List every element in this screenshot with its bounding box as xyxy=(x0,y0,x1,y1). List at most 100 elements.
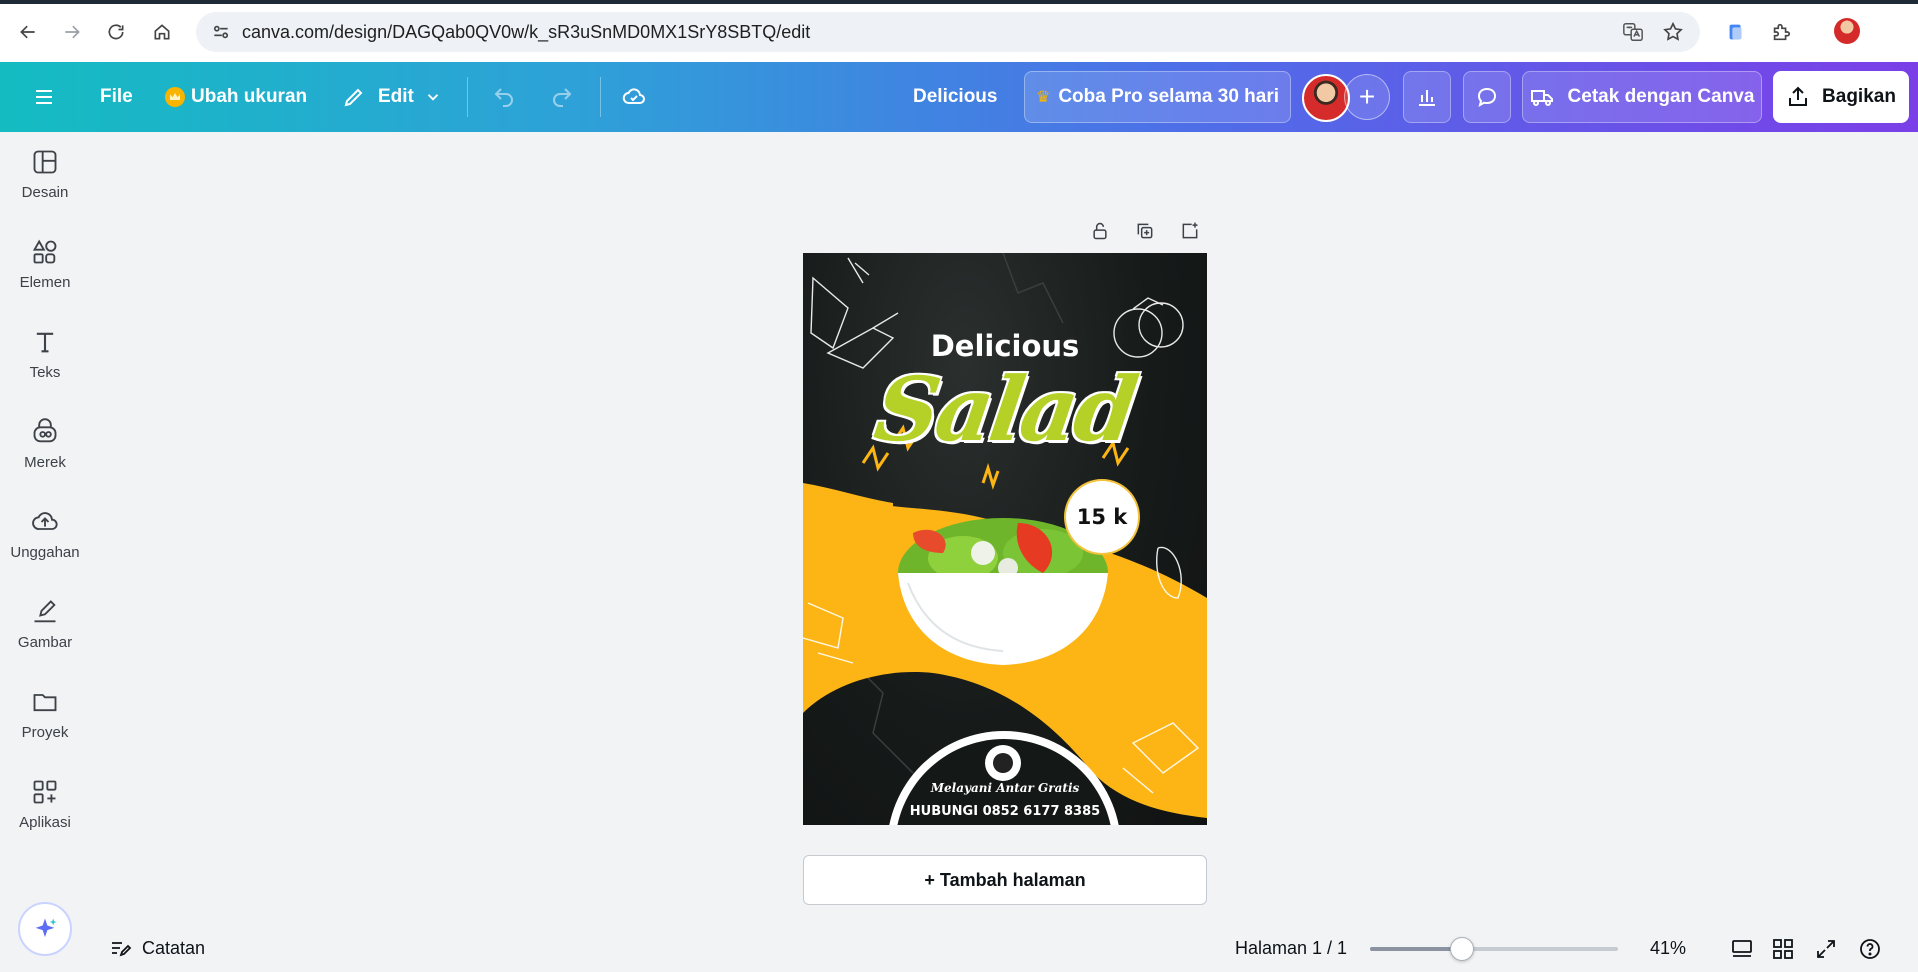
zoom-slider[interactable] xyxy=(1370,937,1618,961)
lock-icon xyxy=(1093,222,1107,240)
add-page-top-button[interactable] xyxy=(1175,216,1205,246)
reload-button[interactable] xyxy=(98,14,134,50)
sidebar-item-label: Merek xyxy=(24,454,66,471)
add-page-button[interactable]: + Tambah halaman xyxy=(803,855,1207,905)
zoom-slider-thumb[interactable] xyxy=(1450,937,1474,961)
delivery-logo-icon xyxy=(985,745,1021,781)
file-menu[interactable]: File xyxy=(100,62,133,132)
pencil-icon xyxy=(344,88,363,107)
sparkle-icon xyxy=(35,918,57,938)
plus-icon: + xyxy=(1358,81,1376,112)
address-bar[interactable]: canva.com/design/DAGQab0QV0w/k_sR3uSnMD0… xyxy=(196,12,1700,52)
sidebar-item-teks[interactable]: Teks xyxy=(0,312,90,392)
page-view-icon xyxy=(1732,940,1752,957)
collaborator-avatar[interactable] xyxy=(1302,74,1350,122)
cloud-save-button[interactable] xyxy=(622,62,646,132)
crown-icon xyxy=(165,87,185,107)
sidebar-item-label: Proyek xyxy=(21,724,69,741)
cloud-check-icon xyxy=(622,88,645,104)
help-button[interactable] xyxy=(1855,934,1885,964)
lock-page-button[interactable] xyxy=(1085,216,1115,246)
bottom-bar: Catatan Halaman 1 / 1 41% xyxy=(90,925,1918,972)
help-question-icon xyxy=(1860,939,1880,959)
share-button[interactable]: Bagikan xyxy=(1773,71,1909,123)
grid-view-button[interactable] xyxy=(1768,934,1798,964)
puzzle-icon[interactable] xyxy=(1767,18,1795,46)
cloud-upload-icon xyxy=(32,512,58,530)
extension-icon[interactable] xyxy=(1722,18,1750,46)
truck-icon xyxy=(1530,90,1553,106)
add-page-icon xyxy=(1182,222,1198,239)
page-indicator[interactable]: Halaman 1 / 1 xyxy=(1235,925,1347,972)
redo-button[interactable] xyxy=(550,62,574,132)
tab-strip xyxy=(0,0,1918,4)
try-pro-button[interactable]: ♛ Coba Pro selama 30 hari xyxy=(1024,71,1291,123)
resize-button[interactable]: Ubah ukuran xyxy=(165,62,307,132)
notes-button[interactable]: Catatan xyxy=(108,925,205,972)
print-with-canva-button[interactable]: Cetak dengan Canva xyxy=(1522,71,1762,123)
translate-icon[interactable] xyxy=(1620,19,1646,45)
comment-icon xyxy=(1477,87,1497,108)
sidebar-item-unggahan[interactable]: Unggahan xyxy=(0,492,90,572)
browser-chrome: canva.com/design/DAGQab0QV0w/k_sR3uSnMD0… xyxy=(0,0,1918,62)
price-badge[interactable]: 15 k xyxy=(1070,485,1134,549)
resize-label: Ubah ukuran xyxy=(191,86,308,107)
text-T-icon xyxy=(36,332,54,353)
home-button[interactable] xyxy=(144,14,180,50)
sidebar-item-desain[interactable]: Desain xyxy=(0,132,90,212)
apps-grid-icon xyxy=(33,780,57,804)
url-text[interactable]: canva.com/design/DAGQab0QV0w/k_sR3uSnMD0… xyxy=(242,22,810,43)
comments-button[interactable] xyxy=(1463,71,1511,123)
page-view-button[interactable] xyxy=(1727,934,1757,964)
sidebar-item-merek[interactable]: Merek xyxy=(0,402,90,482)
sidebar-item-label: Desain xyxy=(21,184,69,201)
bookmark-star-icon[interactable] xyxy=(1660,19,1686,45)
crown-icon: ♛ xyxy=(1035,89,1051,106)
back-icon xyxy=(20,25,35,39)
zoom-level[interactable]: 41% xyxy=(1650,925,1686,972)
sidebar-item-label: Teks xyxy=(29,364,61,381)
fullscreen-expand-icon xyxy=(1817,940,1835,958)
draw-pen-icon xyxy=(34,600,56,623)
main-menu-button[interactable] xyxy=(32,62,56,132)
home-icon xyxy=(154,24,170,40)
poster-contact[interactable]: HUBUNGI 0852 6177 8385 xyxy=(803,804,1207,819)
duplicate-page-button[interactable] xyxy=(1130,216,1160,246)
sidebar-item-aplikasi[interactable]: Aplikasi xyxy=(0,762,90,842)
undo-button[interactable] xyxy=(492,62,516,132)
hamburger-icon xyxy=(36,90,52,104)
zoom-slider-fill xyxy=(1370,947,1462,951)
design-canvas-page[interactable]: Delicious Salad 15 k Melayani Antar Grat… xyxy=(803,253,1207,825)
back-button[interactable] xyxy=(10,14,46,50)
forward-button[interactable] xyxy=(54,14,90,50)
left-sidebar: Desain Elemen Teks Merek Unggahan Gambar… xyxy=(0,132,90,972)
edit-label: Edit xyxy=(378,86,414,107)
poster-tagline[interactable]: Melayani Antar Gratis xyxy=(803,781,1207,795)
try-pro-label: Coba Pro selama 30 hari xyxy=(1058,86,1280,107)
elements-shapes-icon xyxy=(32,239,57,264)
insights-button[interactable] xyxy=(1403,71,1451,123)
forward-icon xyxy=(65,25,80,39)
toolbar-divider xyxy=(467,77,468,117)
fullscreen-button[interactable] xyxy=(1811,934,1841,964)
notes-icon xyxy=(112,941,132,956)
sidebar-item-proyek[interactable]: Proyek xyxy=(0,672,90,752)
chevron-down-icon xyxy=(427,94,439,101)
poster-subheading[interactable]: Salad xyxy=(803,357,1207,461)
bar-chart-icon xyxy=(1419,90,1435,106)
add-collaborator-button[interactable]: + xyxy=(1344,74,1390,120)
redo-icon xyxy=(553,88,572,107)
share-label: Bagikan xyxy=(1822,86,1896,107)
magic-assistant-button[interactable] xyxy=(18,902,72,956)
sidebar-item-gambar[interactable]: Gambar xyxy=(0,582,90,662)
folder-icon xyxy=(33,694,57,712)
toolbar-divider xyxy=(600,77,601,117)
sidebar-item-elemen[interactable]: Elemen xyxy=(0,222,90,302)
profile-avatar[interactable] xyxy=(1834,18,1860,44)
edit-menu[interactable]: Edit xyxy=(342,62,442,132)
undo-icon xyxy=(494,88,513,107)
share-upload-icon xyxy=(1789,86,1808,106)
reload-icon xyxy=(108,24,124,40)
design-title[interactable]: Delicious xyxy=(913,62,997,132)
site-info-icon[interactable] xyxy=(208,19,234,45)
